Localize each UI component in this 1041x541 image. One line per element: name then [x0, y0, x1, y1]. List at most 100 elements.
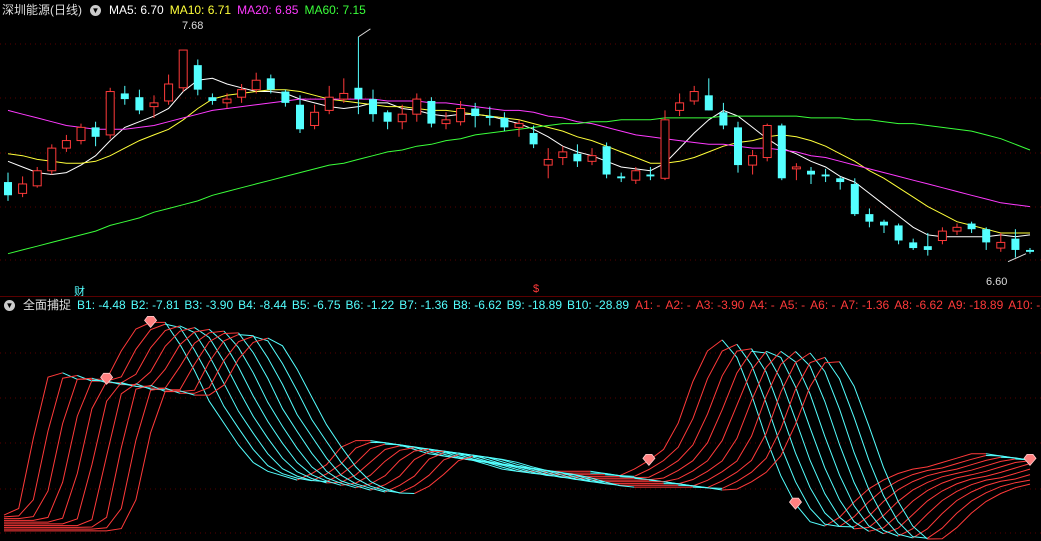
candle[interactable] [178, 49, 188, 92]
candle-body [32, 170, 42, 187]
candle[interactable] [923, 232, 932, 256]
low-price-label: 6.60 [986, 276, 1008, 288]
candle[interactable] [441, 112, 451, 130]
candle[interactable] [762, 123, 772, 162]
candle[interactable] [47, 144, 57, 175]
candle[interactable] [61, 134, 71, 152]
candle-body [427, 100, 436, 124]
candle-body [471, 108, 480, 117]
ma-line-ma20 [7, 98, 1031, 208]
candle[interactable] [427, 97, 436, 128]
candle[interactable] [339, 78, 349, 103]
candle[interactable] [660, 110, 670, 181]
candle-body [558, 151, 568, 159]
candle[interactable] [4, 172, 12, 201]
candle[interactable] [704, 78, 713, 111]
a-values: A1: - A2: - A3: -3.90 A4: - A5: - A6: - … [635, 297, 1041, 313]
candle[interactable] [296, 95, 304, 134]
candle-body [704, 95, 713, 111]
candle[interactable] [617, 172, 626, 183]
candle-body [646, 174, 655, 177]
indicator-lines [3, 321, 1031, 540]
candle[interactable] [982, 227, 991, 250]
candle[interactable] [105, 87, 115, 139]
chevron-down-icon[interactable]: ▼ [4, 299, 15, 311]
low-leader [1007, 253, 1027, 263]
candle[interactable] [412, 93, 422, 122]
candle[interactable] [937, 227, 947, 245]
candle[interactable] [164, 74, 174, 105]
candle[interactable] [894, 223, 903, 245]
candle[interactable] [485, 106, 494, 126]
candle[interactable] [675, 93, 685, 117]
indicator-line-b4 [4, 380, 93, 521]
candle[interactable] [865, 208, 874, 228]
candle[interactable] [777, 123, 786, 181]
candle-body [894, 225, 903, 241]
candle[interactable] [996, 232, 1006, 252]
high-price-label: 7.68 [182, 20, 204, 32]
candle[interactable] [1026, 248, 1034, 254]
candle[interactable] [529, 125, 538, 149]
candle[interactable] [689, 85, 699, 105]
indicator-line-b3 [4, 377, 92, 520]
candle-body [573, 153, 582, 162]
candle[interactable] [952, 223, 962, 235]
candle-body [485, 116, 494, 118]
candle[interactable] [310, 104, 320, 130]
ma10-label: MA10: 6.71 [169, 3, 232, 17]
candle[interactable] [369, 89, 377, 122]
candle-body [791, 166, 801, 170]
ma20-label: MA20: 6.85 [237, 3, 299, 17]
b4-value: B4: -8.44 [238, 298, 287, 312]
b6-value: B6: -1.22 [345, 298, 395, 312]
candle[interactable] [734, 121, 742, 173]
candle[interactable] [91, 121, 100, 147]
candle[interactable] [383, 110, 392, 130]
candle[interactable] [836, 176, 845, 190]
candle[interactable] [193, 59, 202, 96]
candle[interactable] [573, 144, 582, 167]
candle[interactable] [120, 85, 129, 105]
candle[interactable] [558, 146, 568, 166]
gem-markers [100, 315, 1037, 510]
candle[interactable] [266, 74, 275, 94]
candle[interactable] [281, 89, 290, 107]
candle[interactable] [807, 166, 815, 184]
dollar-marker[interactable]: $ [533, 283, 539, 295]
chevron-down-icon[interactable]: ▼ [90, 4, 101, 16]
ma-line-ma5 [7, 77, 1031, 238]
candle-body [383, 112, 392, 122]
gem-icon [144, 315, 158, 328]
candle-body [880, 221, 888, 226]
candle-body [543, 158, 553, 166]
ma5-label: MA5: 6.70 [109, 3, 164, 17]
candle[interactable] [967, 221, 976, 233]
b9-value: B9: -18.89 [506, 298, 563, 312]
candle[interactable] [500, 112, 509, 132]
candle[interactable] [821, 168, 830, 183]
candle[interactable] [791, 163, 801, 181]
candle[interactable] [880, 219, 888, 233]
candle-body [324, 96, 334, 111]
grid-lines [0, 43, 1041, 534]
candle[interactable] [208, 93, 217, 105]
indicator-line-b7 [4, 383, 137, 527]
indicator-name: 全面捕捉 [23, 298, 72, 312]
candle[interactable] [748, 150, 758, 175]
candle-body [222, 98, 232, 104]
indicator-line-b2 [91, 323, 166, 382]
candle[interactable] [18, 176, 28, 198]
indicator-line-b4 [194, 327, 327, 484]
candle-body [91, 127, 100, 137]
candle[interactable] [587, 148, 597, 166]
candle-body [266, 78, 275, 90]
candle[interactable] [719, 102, 728, 130]
candle[interactable] [135, 89, 144, 115]
candle[interactable] [602, 142, 611, 179]
stock-title: 深圳能源(日线) [2, 3, 82, 17]
candle[interactable] [850, 178, 859, 216]
candle[interactable] [909, 238, 918, 250]
candle[interactable] [32, 166, 42, 188]
candle[interactable] [324, 85, 334, 115]
